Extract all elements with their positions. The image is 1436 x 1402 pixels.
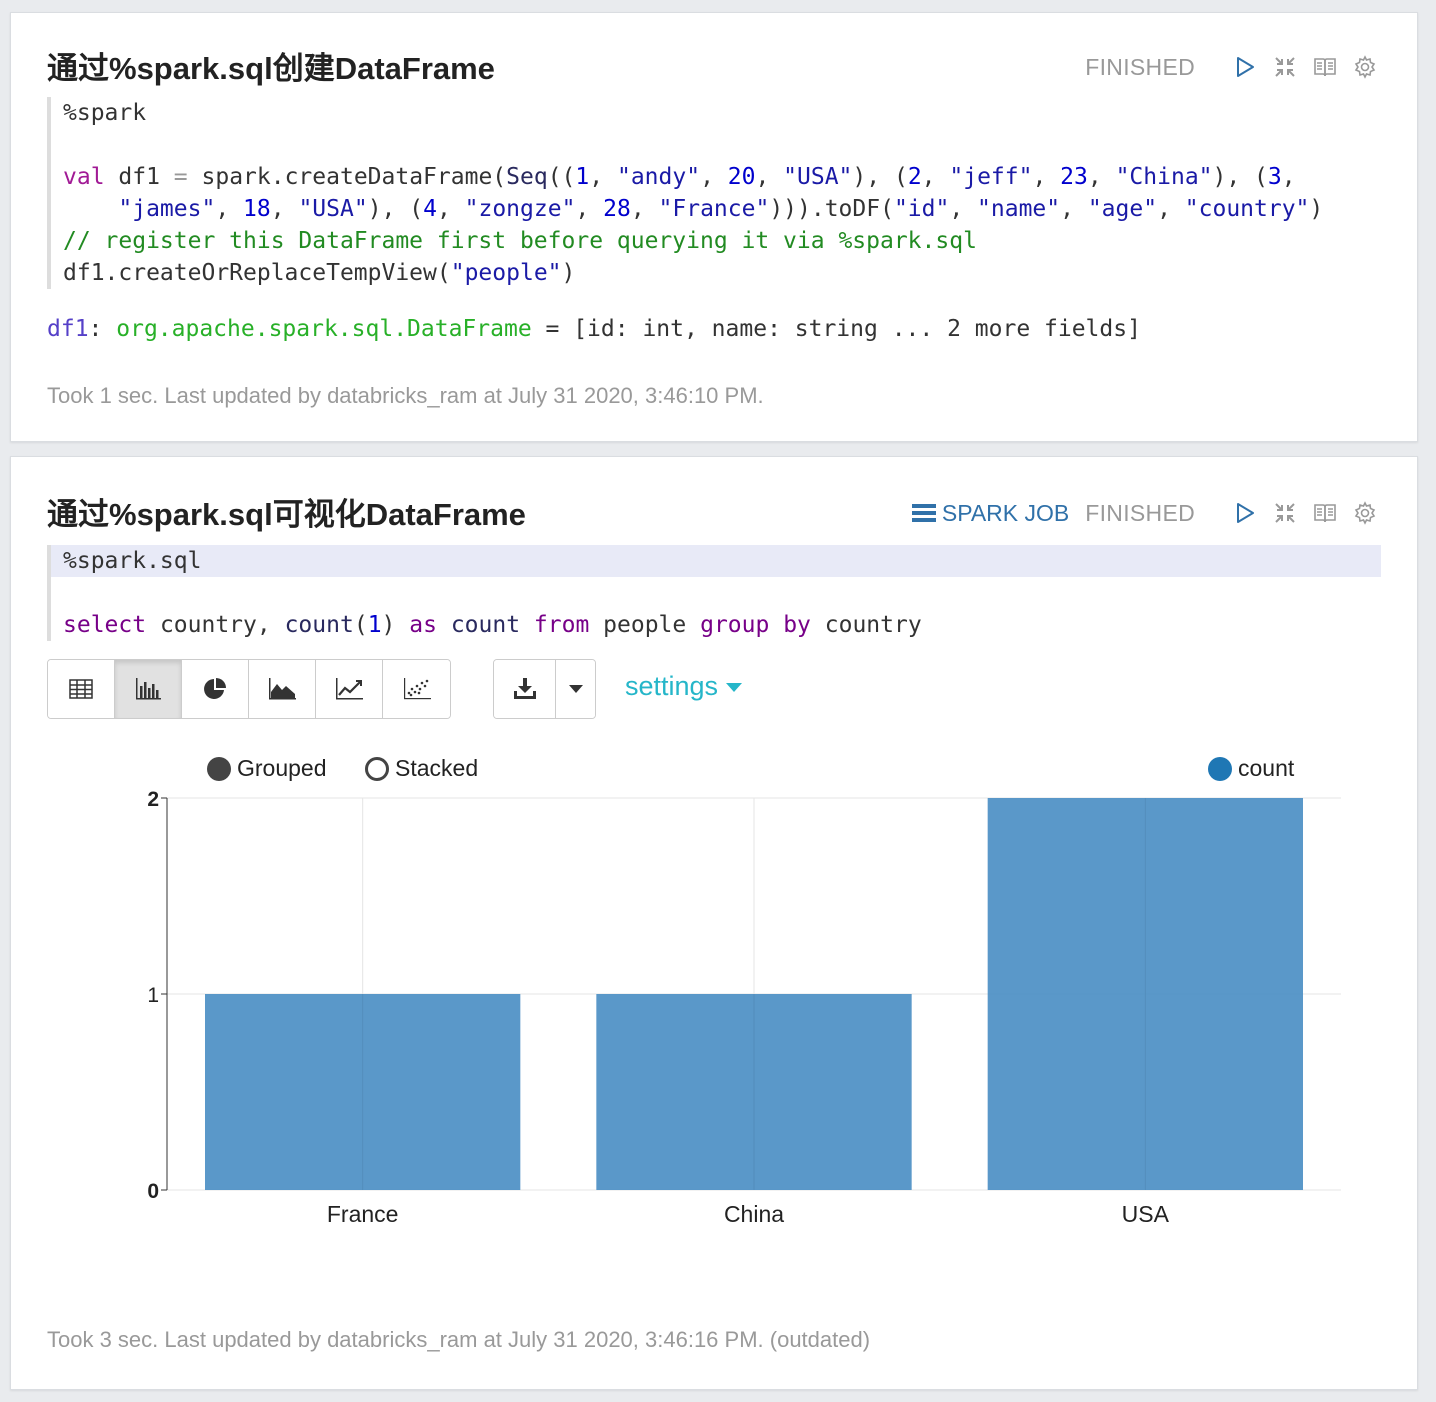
output-schema: = [id: int, name: string ... 2 more fiel… xyxy=(531,316,1141,342)
paragraph-title: 通过%spark.sql可视化DataFrame xyxy=(47,497,526,532)
code-editor[interactable]: %spark.sql select country, count(1) as c… xyxy=(47,545,1381,641)
scatter-chart-icon xyxy=(403,678,431,700)
gear-icon[interactable] xyxy=(1353,55,1377,79)
code-line[interactable]: "james", 18, "USA"), (4, "zongze", 28, "… xyxy=(63,193,1381,225)
pie-chart-icon xyxy=(204,678,226,699)
y-tick-label: 1 xyxy=(147,984,159,1007)
table-icon xyxy=(69,679,93,699)
x-tick-label: USA xyxy=(1122,1201,1170,1227)
area-chart-button[interactable] xyxy=(249,660,316,718)
area-chart-icon xyxy=(269,678,296,700)
paragraph-1: 通过%spark.sql创建DataFrame FINISHED %spark … xyxy=(10,12,1418,442)
output-type: org.apache.spark.sql.DataFrame xyxy=(116,316,532,342)
y-tick-label: 2 xyxy=(147,788,159,811)
code-line[interactable] xyxy=(63,129,1381,161)
code-line[interactable]: // register this DataFrame first before … xyxy=(63,225,1381,257)
line-chart-button[interactable] xyxy=(316,660,383,718)
result-output: df1: org.apache.spark.sql.DataFrame = [i… xyxy=(47,313,1141,345)
scatter-chart-button[interactable] xyxy=(383,660,450,718)
caret-down-icon xyxy=(726,683,743,692)
code-line[interactable]: val df1 = spark.createDataFrame(Seq((1, … xyxy=(63,161,1381,193)
bar-chart-icon xyxy=(136,678,161,700)
book-icon[interactable] xyxy=(1313,55,1337,79)
paragraph-footer: Took 1 sec. Last updated by databricks_r… xyxy=(47,383,764,408)
caret-down-icon xyxy=(568,685,583,693)
download-button[interactable] xyxy=(494,660,556,718)
status-label: FINISHED xyxy=(1085,499,1195,526)
settings-label: settings xyxy=(625,671,719,701)
paragraph-2: 通过%spark.sql可视化DataFrame SPARK JOB FINIS… xyxy=(10,456,1418,1390)
code-editor[interactable]: %spark val df1 = spark.createDataFrame(S… xyxy=(47,97,1381,289)
code-line[interactable]: select country, count(1) as count from p… xyxy=(63,609,1381,641)
download-options-dropdown[interactable] xyxy=(556,660,595,718)
table-view-button[interactable] xyxy=(48,660,115,718)
collapse-icon[interactable] xyxy=(1273,501,1297,525)
y-tick-label: 0 xyxy=(147,1180,159,1203)
pie-chart-button[interactable] xyxy=(182,660,249,718)
code-line[interactable]: df1.createOrReplaceTempView("people") xyxy=(63,257,1381,289)
output-separator: : xyxy=(88,316,117,342)
status-label: FINISHED xyxy=(1085,53,1195,80)
code-line[interactable] xyxy=(63,577,1381,609)
code-line[interactable]: %spark xyxy=(63,97,1381,129)
download-group xyxy=(493,659,596,719)
bar-chart: 0 1 2 France China USA xyxy=(147,788,1341,1227)
x-tick-label: China xyxy=(724,1201,784,1227)
bar-chart-button[interactable] xyxy=(115,660,182,718)
visualization-toolbar xyxy=(47,659,451,719)
book-icon[interactable] xyxy=(1313,501,1337,525)
output-variable: df1 xyxy=(47,316,89,342)
collapse-icon[interactable] xyxy=(1273,55,1297,79)
spark-job-label: SPARK JOB xyxy=(941,499,1070,526)
paragraph-controls: SPARK JOB FINISHED xyxy=(911,495,1377,531)
x-tick-label: France xyxy=(327,1201,399,1227)
spark-job-link[interactable]: SPARK JOB xyxy=(911,499,1070,527)
paragraph-controls: FINISHED xyxy=(1085,49,1377,85)
download-icon xyxy=(513,678,536,699)
line-chart-icon xyxy=(336,678,363,700)
list-icon xyxy=(911,504,936,522)
paragraph-title: 通过%spark.sql创建DataFrame xyxy=(47,51,495,86)
run-icon[interactable] xyxy=(1233,55,1257,79)
code-line[interactable]: %spark.sql xyxy=(51,545,1381,577)
settings-dropdown[interactable]: settings xyxy=(625,671,743,702)
paragraph-footer: Took 3 sec. Last updated by databricks_r… xyxy=(47,1327,871,1352)
gear-icon[interactable] xyxy=(1353,501,1377,525)
run-icon[interactable] xyxy=(1233,501,1257,525)
